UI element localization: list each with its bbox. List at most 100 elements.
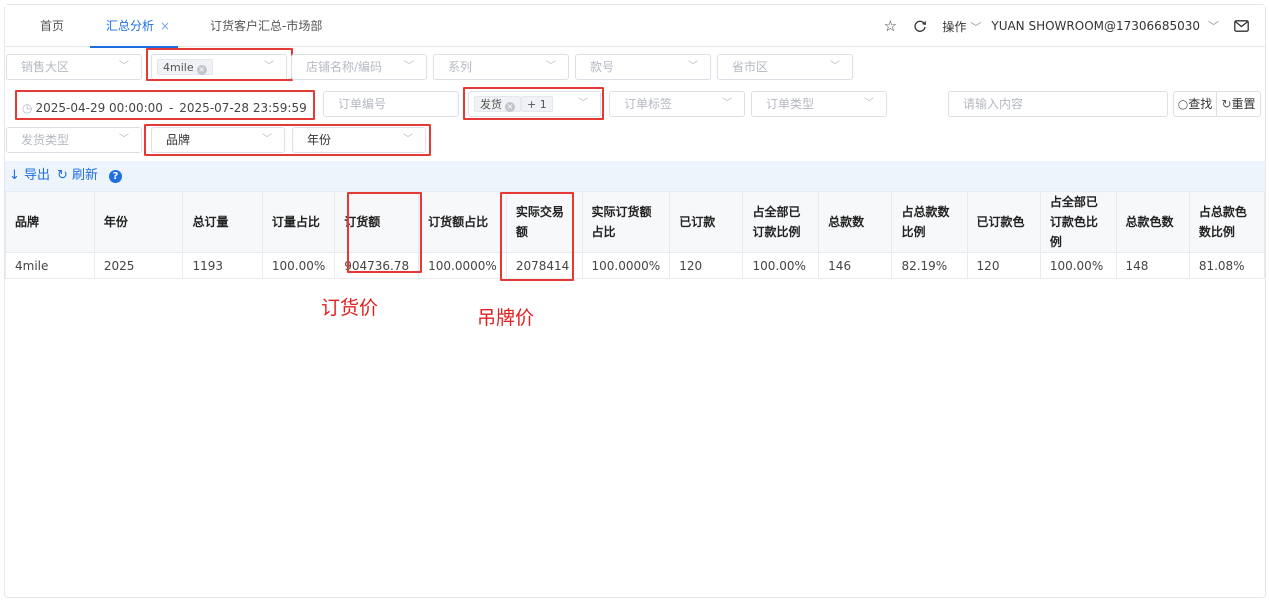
chevron-down-icon: ﹀ (864, 98, 874, 109)
table-cell: 2025 (93, 252, 184, 279)
search-button[interactable]: ○查找 (1173, 91, 1217, 117)
export-label: 导出 (24, 168, 51, 183)
user-menu[interactable]: YUAN SHOWROOM@17306685030 ﹀ (991, 18, 1219, 34)
table-header-row: 品牌 年份 总订量 订量占比 订货额 订货额占比 实际交易额 实际订货额占比 已… (5, 191, 1266, 253)
column-header[interactable]: 占总款色数比例 (1188, 191, 1266, 253)
tab-bar: 首页 汇总分析 × 订货客户汇总-市场部 ☆ 操作 ﹀ YUAN SHOWROOM@… (5, 5, 1265, 48)
column-header[interactable]: 占全部已订款色比例 (1039, 191, 1117, 253)
province-placeholder: 省市区 (732, 60, 769, 74)
keyword-placeholder: 请输入内容 (963, 97, 1024, 111)
table-cell: 904736.78 (334, 252, 420, 279)
chevron-down-icon: ﹀ (722, 98, 732, 109)
sales-region-placeholder: 销售大区 (21, 60, 70, 74)
chevron-down-icon: ﹀ (403, 134, 413, 145)
search-icon: ○ (1177, 97, 1189, 111)
table-cell: 120 (966, 252, 1041, 279)
table-cell: 82.19% (891, 252, 968, 279)
group-brand-select[interactable]: 品牌 ﹀ (151, 127, 285, 153)
column-header[interactable]: 占全部已订款比例 (742, 191, 820, 253)
column-header[interactable]: 占总款数比例 (891, 191, 968, 253)
status-select[interactable]: 发货 × + 1 ﹀ (468, 91, 601, 117)
date-end: 2025-07-28 23:59:59 (179, 101, 307, 115)
store-placeholder: 店铺名称/编码 (306, 60, 383, 74)
store-select[interactable]: 店铺名称/编码 ﹀ (291, 54, 427, 80)
column-header[interactable]: 品牌 (5, 191, 95, 253)
tab-label: 汇总分析 (106, 19, 155, 33)
actions-menu[interactable]: 操作 ﹀ (942, 18, 981, 35)
order-no-input[interactable]: 订单编号 (323, 91, 459, 117)
column-header[interactable]: 实际交易额 (505, 191, 583, 253)
annotation-order-price: 订货价 (321, 297, 379, 319)
table-cell: 4mile (5, 252, 95, 279)
column-header[interactable]: 总款数 (818, 191, 893, 253)
refresh-icon[interactable] (912, 18, 928, 34)
tab-home[interactable]: 首页 (40, 5, 64, 47)
status-tag-label: 发货 (480, 98, 502, 111)
group-year-value: 年份 (307, 133, 332, 147)
annotation-tag-price: 吊牌价 (477, 307, 535, 329)
star-icon[interactable]: ☆ (882, 17, 898, 35)
reset-button-label: 重置 (1231, 97, 1256, 111)
chevron-down-icon: ﹀ (688, 61, 698, 72)
brand-tag-label: 4mile (163, 61, 194, 74)
order-tag-placeholder: 订单标签 (624, 97, 673, 111)
table-cell: 146 (818, 252, 893, 279)
ship-type-select[interactable]: 发货类型 ﹀ (6, 127, 142, 153)
table-cell: 81.08% (1188, 252, 1266, 279)
ship-type-placeholder: 发货类型 (21, 133, 70, 147)
close-icon[interactable]: × (160, 19, 170, 33)
chevron-down-icon: ﹀ (1208, 20, 1219, 33)
column-header[interactable]: 总款色数 (1115, 191, 1190, 253)
table-toolbar: ↓ 导出 ↻ 刷新 ? (5, 161, 1265, 191)
table-cell: 100.00% (261, 252, 336, 279)
keyword-input[interactable]: 请输入内容 (948, 91, 1168, 117)
clock-icon: ◷ (22, 101, 33, 115)
column-header[interactable]: 已订款 (669, 191, 744, 253)
column-header[interactable]: 订货额 (334, 191, 420, 253)
province-select[interactable]: 省市区 ﹀ (717, 54, 853, 80)
brand-select[interactable]: 4mile × ﹀ (151, 54, 287, 80)
chevron-down-icon: ﹀ (970, 20, 982, 34)
tag-close-icon[interactable]: × (196, 65, 207, 75)
column-header[interactable]: 订货额占比 (418, 191, 507, 253)
chevron-down-icon: ﹀ (830, 61, 840, 72)
help-icon: ? (109, 170, 122, 183)
chevron-down-icon: ﹀ (264, 61, 274, 72)
table-cell: 100.00% (742, 252, 820, 279)
series-select[interactable]: 系列 ﹀ (433, 54, 569, 80)
refresh-button[interactable]: ↻ 刷新 (57, 161, 98, 191)
order-no-placeholder: 订单编号 (338, 97, 387, 111)
order-tag-select[interactable]: 订单标签 ﹀ (609, 91, 745, 117)
date-separator: - (168, 101, 174, 115)
table-cell: 148 (1115, 252, 1190, 279)
refresh-label: 刷新 (72, 168, 99, 183)
column-header[interactable]: 总订量 (182, 191, 263, 253)
table-cell: 100.00% (1039, 252, 1117, 279)
tab-customer-summary[interactable]: 订货客户汇总-市场部 (210, 5, 322, 47)
date-range-picker[interactable]: ◷ 2025-04-29 00:00:00-2025-07-28 23:59:59 (20, 94, 316, 122)
export-button[interactable]: ↓ 导出 (9, 161, 50, 191)
brand-tag: 4mile × (157, 59, 213, 75)
group-year-select[interactable]: 年份 ﹀ (292, 127, 426, 153)
order-type-placeholder: 订单类型 (766, 97, 815, 111)
column-header[interactable]: 年份 (93, 191, 184, 253)
sales-region-select[interactable]: 销售大区 ﹀ (6, 54, 142, 80)
order-type-select[interactable]: 订单类型 ﹀ (751, 91, 887, 117)
reset-button[interactable]: ↻重置 (1216, 91, 1261, 117)
style-no-select[interactable]: 款号 ﹀ (575, 54, 711, 80)
column-header[interactable]: 实际订货额占比 (581, 191, 671, 253)
mail-icon[interactable] (1233, 18, 1249, 34)
column-header[interactable]: 订量占比 (261, 191, 336, 253)
chevron-down-icon: ﹀ (262, 134, 272, 145)
table-row[interactable]: 4mile 2025 1193 100.00% 904736.78 100.00… (5, 252, 1266, 279)
header-actions: ☆ 操作 ﹀ YUAN SHOWROOM@17306685030 ﹀ (882, 5, 1265, 47)
tag-close-icon[interactable]: × (505, 102, 515, 112)
help-button[interactable]: ? (109, 161, 122, 191)
refresh-icon: ↻ (57, 168, 68, 183)
column-header[interactable]: 已订款色 (966, 191, 1041, 253)
date-start: 2025-04-29 00:00:00 (35, 101, 163, 115)
chevron-down-icon: ﹀ (404, 61, 414, 72)
tab-summary-analysis[interactable]: 汇总分析 × (89, 5, 179, 48)
user-label: YUAN SHOWROOM@17306685030 (991, 19, 1200, 33)
export-icon: ↓ (9, 168, 20, 183)
